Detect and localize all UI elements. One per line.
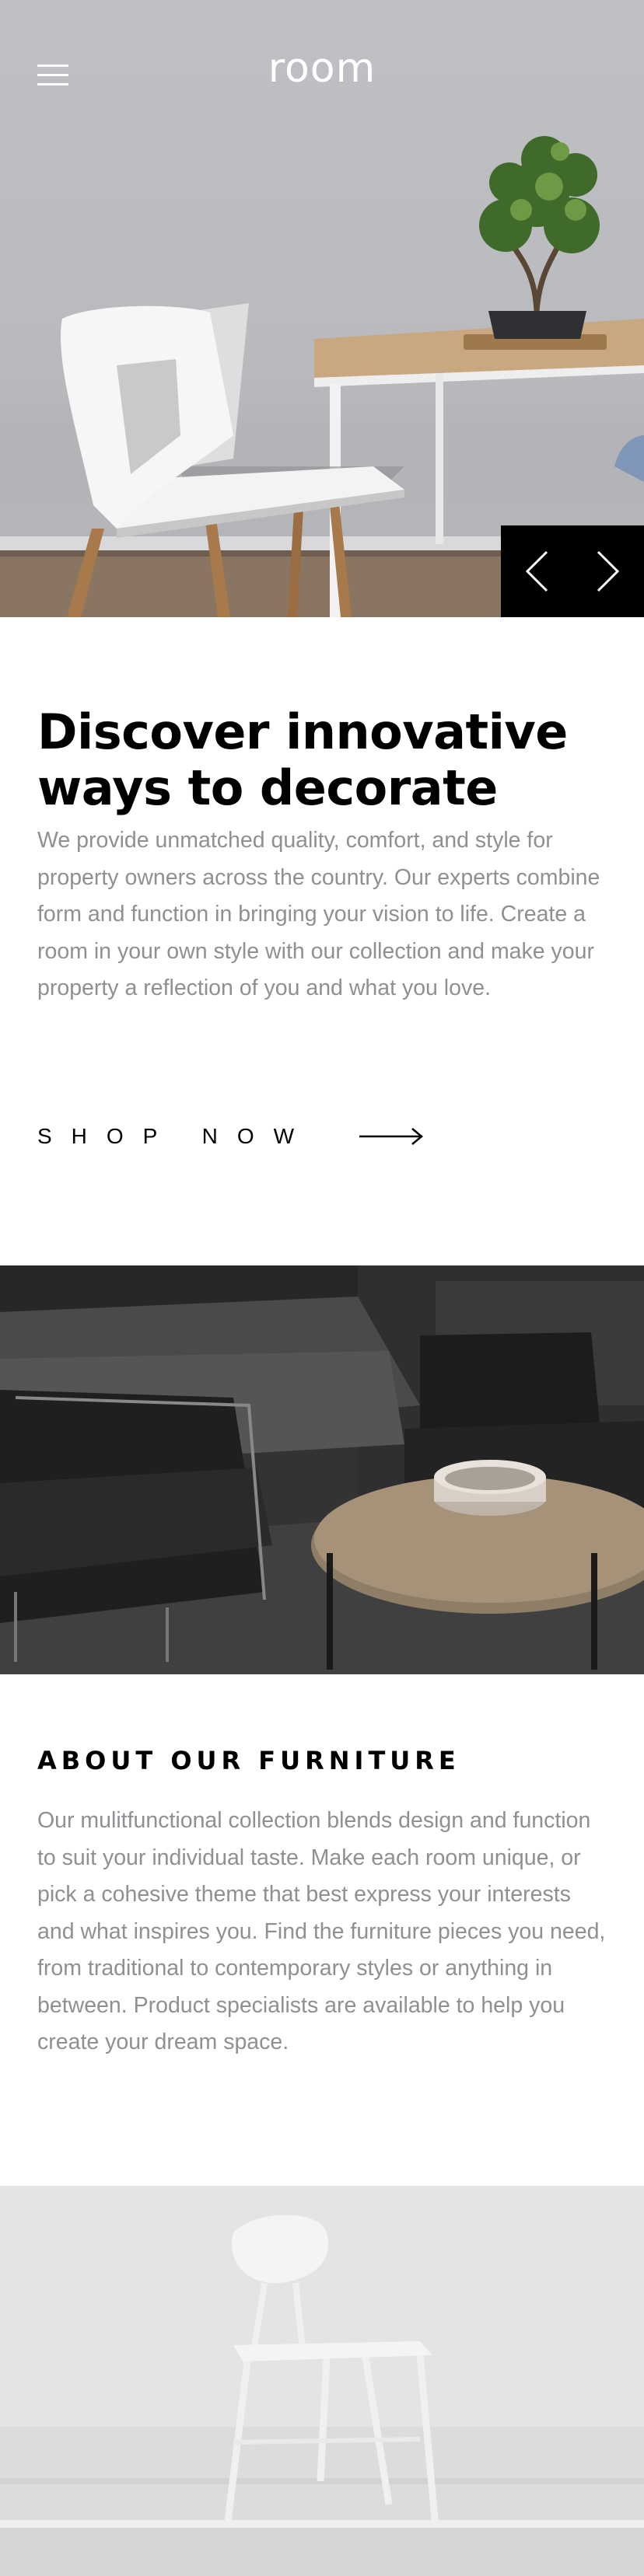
intro-body: We provide unmatched quality, comfort, a… [37, 828, 600, 1000]
about-title: ABOUT OUR FURNITURE [37, 1746, 460, 1775]
slider-next-button[interactable] [572, 525, 644, 617]
dark-furniture-image [0, 1265, 644, 1674]
shop-now-link[interactable]: SHOP NOW [37, 1116, 442, 1157]
intro-title: Discover innovative ways to decorate [37, 703, 568, 816]
shop-now-label: SHOP NOW [37, 1124, 314, 1148]
logo[interactable]: room [0, 45, 644, 92]
light-chair-image [0, 2186, 644, 2576]
arrow-right-icon [359, 1128, 423, 1145]
chevron-right-icon [597, 550, 620, 592]
slider-controls [501, 525, 644, 617]
chevron-left-icon [525, 550, 548, 592]
hero-image [0, 136, 644, 617]
about-section: ABOUT OUR FURNITURE Our mulitfunctional … [37, 1746, 613, 2061]
intro-section: Discover innovative ways to decorate We … [37, 704, 607, 1007]
slider-prev-button[interactable] [501, 525, 572, 617]
about-body: Our mulitfunctional collection blends de… [37, 1808, 606, 2054]
hero-section: room [0, 0, 644, 617]
